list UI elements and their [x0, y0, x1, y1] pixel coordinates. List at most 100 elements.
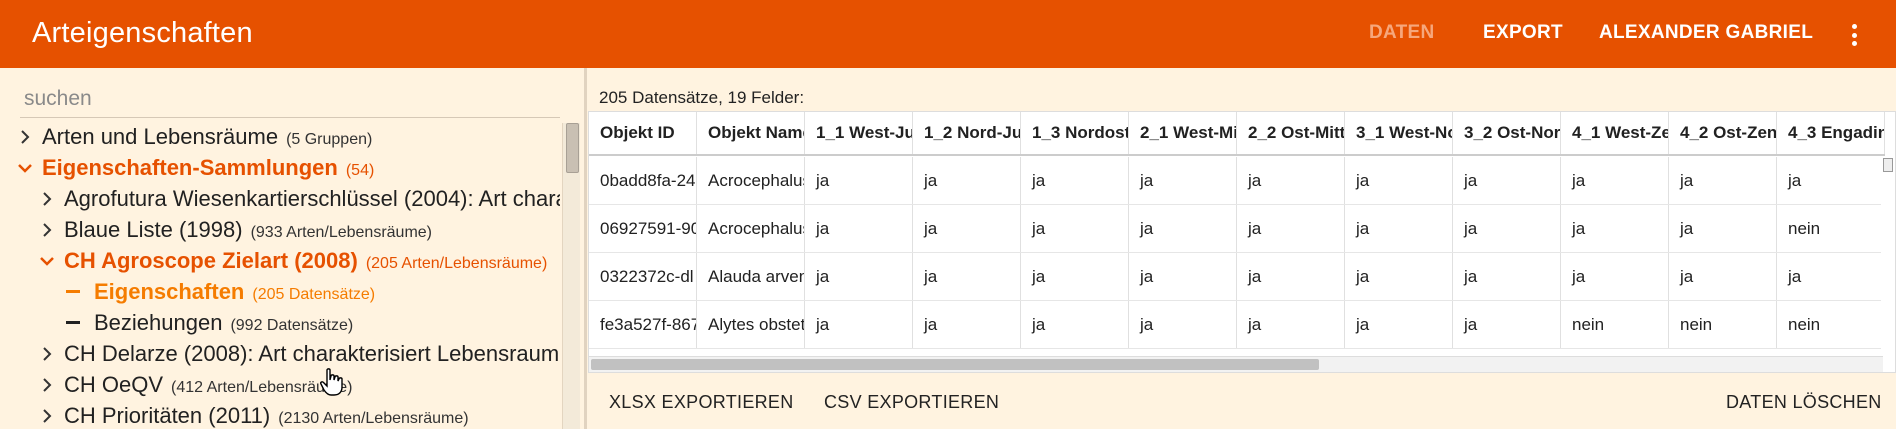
tree-node-agrofutura[interactable]: Agrofutura Wiesenkartierschlüssel (2004)… [40, 184, 560, 215]
tree-node-count: (54) [345, 162, 375, 179]
record-info: 205 Datensätze, 19 Felder: [599, 88, 805, 107]
table-cell: ja [1345, 301, 1453, 348]
tree-node-label: Eigenschaften [94, 279, 245, 304]
table-cell: ja [1669, 157, 1777, 204]
tree-node-label: CH OeQV [64, 372, 164, 397]
grid-vertical-scrollbar[interactable] [1881, 156, 1895, 370]
delete-data-button[interactable]: DATEN LÖSCHEN [1726, 392, 1882, 413]
search-input[interactable] [20, 80, 560, 118]
table-cell: ja [1561, 157, 1669, 204]
table-cell: ja [1453, 205, 1561, 252]
tree-node-label: Agrofutura Wiesenkartierschlüssel (2004)… [64, 186, 560, 211]
table-cell: ja [805, 301, 913, 348]
table-cell: Alytes obstetricans [697, 301, 805, 348]
grid-horizontal-scrollbar[interactable] [589, 356, 1883, 372]
column-header[interactable]: Objekt Name [697, 112, 805, 154]
scrollbar-thumb[interactable] [1883, 158, 1893, 172]
tree-node-label: Eigenschaften-Sammlungen [42, 155, 338, 180]
column-header[interactable]: 1_1 West-Jura [805, 112, 913, 154]
table-cell: ja [1021, 301, 1129, 348]
table-header-row: Objekt ID Objekt Name 1_1 West-Jura 1_2 … [589, 112, 1885, 156]
column-header[interactable]: 4_2 Ost-Zentralalpen [1669, 112, 1777, 154]
tree-node-label: CH Agroscope Zielart (2008) [64, 248, 358, 273]
table-cell: ja [1561, 253, 1669, 300]
csv-export-button[interactable]: CSV EXPORTIEREN [824, 392, 999, 413]
table-cell: ja [1021, 157, 1129, 204]
table-cell: 0322372c-dl [589, 253, 697, 300]
user-menu-button[interactable]: ALEXANDER GABRIEL [1599, 22, 1813, 44]
column-header[interactable]: 2_1 West-Mittelland [1129, 112, 1237, 154]
chevron-right-icon [40, 216, 58, 246]
table-cell: Acrocephalus [697, 157, 805, 204]
table-row[interactable]: 06927591-90 Acrocephalus ja ja ja ja ja … [589, 205, 1885, 253]
tree-node-ch-prioritaeten[interactable]: CH Prioritäten (2011) (2130 Arten/Lebens… [40, 401, 469, 429]
table-row[interactable]: 0badd8fa-24 Acrocephalus ja ja ja ja ja … [589, 157, 1885, 205]
tree-node-count: (5 Gruppen) [286, 131, 373, 148]
table-cell: 0badd8fa-24 [589, 157, 697, 204]
chevron-right-icon [40, 340, 58, 370]
tree-node-eigenschaften-sammlungen[interactable]: Eigenschaften-Sammlungen (54) [18, 153, 374, 186]
column-header[interactable]: 3_2 Ost-Nordalpen [1453, 112, 1561, 154]
table-cell: nein [1777, 205, 1885, 252]
xlsx-export-button[interactable]: XLSX EXPORTIEREN [609, 392, 794, 413]
table-cell: ja [1237, 205, 1345, 252]
column-header[interactable]: Objekt ID [589, 112, 697, 154]
tree-node-ch-oeqv[interactable]: CH OeQV (412 Arten/Lebensräume) [40, 370, 352, 403]
table-cell: ja [913, 301, 1021, 348]
table-cell: ja [805, 253, 913, 300]
table-cell: ja [913, 205, 1021, 252]
table-cell: ja [1129, 253, 1237, 300]
table-cell: ja [1669, 253, 1777, 300]
table-cell: 06927591-90 [589, 205, 697, 252]
scrollbar-thumb[interactable] [566, 123, 579, 173]
chevron-right-icon [40, 185, 58, 215]
table-cell: ja [1129, 157, 1237, 204]
tree-node-eigenschaften[interactable]: Eigenschaften (205 Datensätze) [66, 277, 375, 310]
chevron-down-icon [40, 247, 58, 277]
table-cell: ja [1129, 205, 1237, 252]
table-cell: nein [1561, 301, 1669, 348]
tree-node-beziehungen[interactable]: Beziehungen (992 Datensätze) [66, 308, 353, 341]
column-header[interactable]: 1_3 Nordost-Jura [1021, 112, 1129, 154]
column-header[interactable]: 1_2 Nord-Jura [913, 112, 1021, 154]
data-grid: Objekt ID Objekt Name 1_1 West-Jura 1_2 … [588, 111, 1896, 373]
sidebar-scrollbar[interactable] [562, 123, 580, 429]
table-cell: nein [1669, 301, 1777, 348]
table-cell: fe3a527f-867 [589, 301, 697, 348]
scrollbar-thumb[interactable] [591, 359, 1319, 370]
nav-export-button[interactable]: EXPORT [1483, 22, 1563, 44]
column-header[interactable]: 4_1 West-Zentralalpen [1561, 112, 1669, 154]
table-cell: ja [913, 253, 1021, 300]
tree-node-ch-agroscope[interactable]: CH Agroscope Zielart (2008) (205 Arten/L… [40, 246, 547, 279]
nav-daten-button[interactable]: DATEN [1369, 22, 1435, 44]
table-cell: ja [1021, 205, 1129, 252]
table-cell: ja [1669, 205, 1777, 252]
column-header[interactable]: 4_3 Engadin [1777, 112, 1885, 154]
tree-node-arten-lebensraeume[interactable]: Arten und Lebensräume (5 Gruppen) [18, 122, 372, 155]
tree-node-ch-delarze[interactable]: CH Delarze (2008): Art charakterisiert L… [40, 339, 560, 370]
app-title: Arteigenschaften [32, 17, 253, 49]
tree-node-label: Blaue Liste (1998) [64, 217, 243, 242]
chevron-right-icon [18, 123, 36, 153]
tree-node-label: CH Prioritäten (2011) [64, 403, 271, 428]
table-cell: ja [1237, 157, 1345, 204]
more-vert-icon[interactable] [1842, 20, 1866, 50]
table-row[interactable]: 0322372c-dl Alauda arvensis ja ja ja ja … [589, 253, 1885, 301]
column-header[interactable]: 3_1 West-Nordalpen [1345, 112, 1453, 154]
column-header[interactable]: 2_2 Ost-Mittelland [1237, 112, 1345, 154]
app-bar: Arteigenschaften DATEN EXPORT ALEXANDER … [0, 0, 1896, 68]
tree-node-blaue-liste[interactable]: Blaue Liste (1998) (933 Arten/Lebensräum… [40, 215, 432, 248]
table-cell: ja [1453, 157, 1561, 204]
table-cell: ja [1453, 253, 1561, 300]
dash-icon [66, 321, 80, 324]
dash-icon [66, 290, 80, 293]
table-cell: ja [1237, 301, 1345, 348]
chevron-right-icon [40, 402, 58, 429]
table-cell: ja [1237, 253, 1345, 300]
tree-node-count: (2130 Arten/Lebensräume) [278, 410, 469, 427]
tree-node-count: (992 Datensätze) [230, 317, 354, 334]
table-row[interactable]: fe3a527f-867 Alytes obstetricans ja ja j… [589, 301, 1885, 349]
hand-cursor-icon [320, 368, 343, 396]
table-cell: ja [1021, 253, 1129, 300]
table-cell: nein [1777, 301, 1885, 348]
